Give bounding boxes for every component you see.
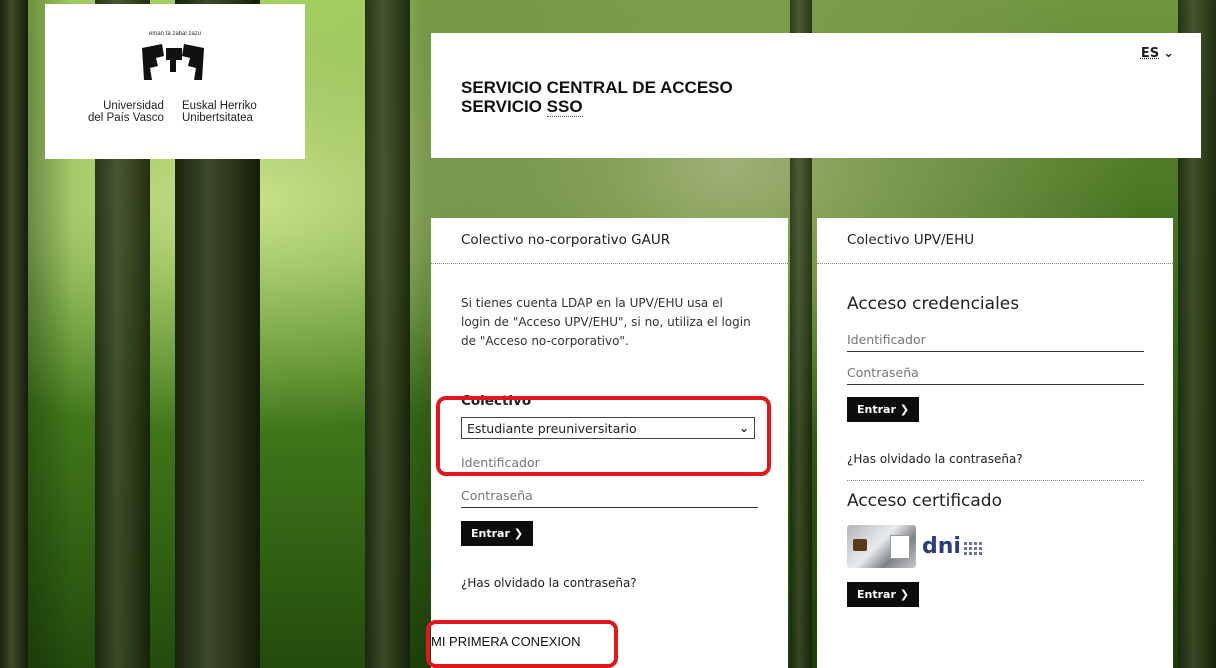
logo-name-es-line2: del País Vasco: [88, 112, 164, 124]
chevron-right-icon: ❯: [513, 527, 524, 540]
language-selector[interactable]: ES ⌄: [1141, 46, 1174, 61]
chevron-right-icon: ❯: [899, 403, 910, 416]
page-title-line1: SERVICIO CENTRAL DE ACCESO: [461, 78, 733, 97]
certificate-title: Acceso certificado: [847, 491, 1002, 511]
logo-tagline: eman ta zabal zazu: [148, 31, 202, 37]
gaur-intro-text: Si tienes cuenta LDAP en la UPV/EHU usa …: [461, 296, 751, 348]
university-logo[interactable]: eman ta zabal zazu Universidad del País …: [45, 4, 305, 159]
upv-submit-button[interactable]: Entrar ❯: [847, 397, 920, 422]
logo-name-eu-line1: Euskal Herriko: [182, 100, 257, 112]
gaur-submit-button[interactable]: Entrar ❯: [461, 521, 534, 546]
chevron-right-icon: ❯: [899, 588, 910, 601]
gaur-contrasena-field[interactable]: Contraseña: [461, 488, 758, 508]
language-label: ES: [1140, 46, 1160, 61]
dnie-logo: dni: [922, 534, 982, 559]
page-title-prefix: SERVICIO: [461, 97, 547, 116]
credentials-title: Acceso credenciales: [847, 294, 1020, 314]
page-title-line2: SERVICIO SSO: [461, 97, 733, 117]
logo-name-eu-line2: Unibertsitatea: [182, 112, 253, 124]
upv-forgot-password-link[interactable]: ¿Has olvidado la contraseña?: [847, 452, 1143, 466]
gaur-submit-label: Entrar: [471, 527, 510, 540]
section-divider: [847, 480, 1144, 481]
tree-trunk: [0, 0, 28, 668]
upv-card-heading: Colectivo UPV/EHU: [817, 218, 1173, 264]
chevron-down-icon: ⌄: [1163, 46, 1174, 61]
logo-name-es: Universidad del País Vasco: [88, 100, 164, 124]
digital-certificate-card-icon: [847, 525, 916, 568]
upv-contrasena-field[interactable]: Contraseña: [847, 365, 1144, 385]
logo-name-eu: Euskal Herriko Unibertsitatea: [182, 100, 257, 124]
sso-abbreviation: SSO: [546, 97, 583, 117]
page-header: ES ⌄ SERVICIO CENTRAL DE ACCESO SERVICIO …: [431, 33, 1201, 158]
highlight-first-connection: [426, 620, 618, 668]
certificate-submit-label: Entrar: [857, 588, 896, 601]
page-title: SERVICIO CENTRAL DE ACCESO SERVICIO SSO: [461, 78, 733, 117]
upv-identificador-field[interactable]: Identificador: [847, 332, 1144, 352]
certificate-options: dni: [847, 525, 1143, 568]
university-emblem-icon: [142, 44, 204, 80]
dni-dots-icon: [963, 542, 982, 555]
upv-login-card: Colectivo UPV/EHU Acceso credenciales Id…: [817, 218, 1173, 668]
gaur-card-heading: Colectivo no-corporativo GAUR: [431, 218, 788, 264]
tree-trunk: [365, 0, 410, 668]
dni-text: dni: [922, 534, 961, 559]
logo-name-es-line1: Universidad: [103, 100, 164, 112]
gaur-forgot-password-link[interactable]: ¿Has olvidado la contraseña?: [461, 576, 758, 590]
certificate-submit-button[interactable]: Entrar ❯: [847, 582, 920, 607]
upv-submit-label: Entrar: [857, 403, 896, 416]
highlight-colectivo: [436, 396, 771, 476]
